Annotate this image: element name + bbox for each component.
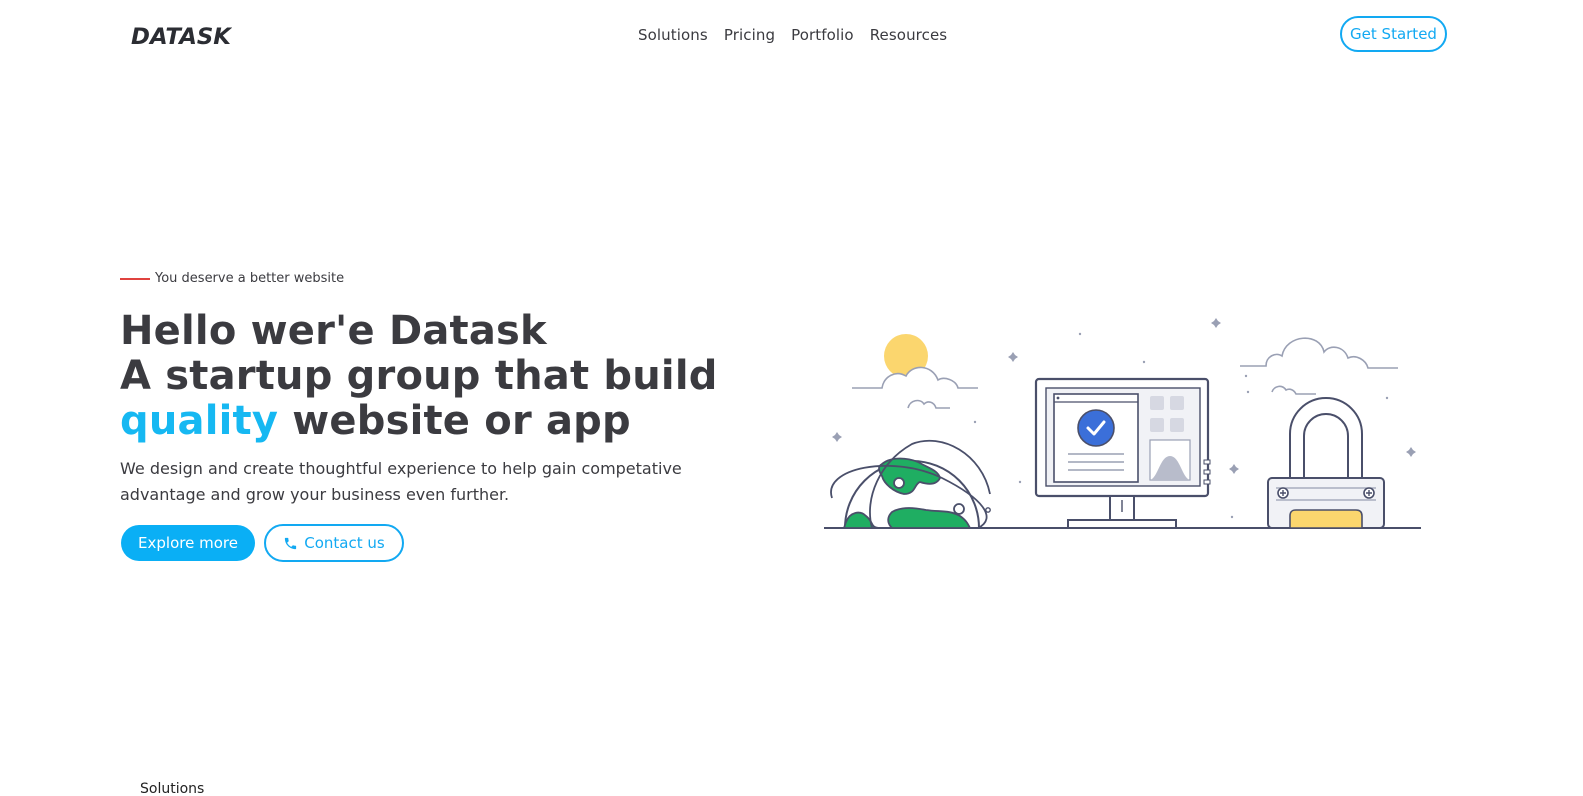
get-started-button[interactable]: Get Started bbox=[1340, 16, 1447, 52]
nav-resources[interactable]: Resources bbox=[870, 24, 948, 46]
nav-portfolio[interactable]: Portfolio bbox=[791, 24, 854, 46]
cloud-small-right bbox=[1271, 385, 1316, 395]
headline-line-2: A startup group that build bbox=[120, 353, 718, 399]
datask-logo[interactable]: DATASK bbox=[131, 24, 232, 48]
next-section-peek: Solutions bbox=[140, 781, 205, 796]
cloud-left bbox=[852, 366, 978, 389]
eyebrow-text: You deserve a better website bbox=[155, 271, 345, 286]
headline-line-3: quality website or app bbox=[120, 399, 718, 444]
hero-illustration bbox=[824, 318, 1421, 529]
cloud-right bbox=[1240, 337, 1398, 369]
main-nav: Solutions Pricing Portfolio Resources bbox=[638, 24, 947, 46]
eyebrow: You deserve a better website bbox=[120, 271, 344, 286]
nav-solutions[interactable]: Solutions bbox=[638, 24, 708, 46]
hero-headline: Hello wer'e Datask A startup group that … bbox=[120, 309, 718, 444]
eyebrow-line bbox=[120, 277, 150, 280]
nav-pricing[interactable]: Pricing bbox=[724, 24, 775, 46]
padlock bbox=[1267, 397, 1385, 529]
cloud-small-left bbox=[907, 399, 950, 409]
headline-accent: quality bbox=[120, 398, 279, 444]
headline-line-1: Hello wer'e Datask bbox=[120, 308, 547, 354]
explore-more-button[interactable]: Explore more bbox=[121, 525, 255, 561]
logo-text: DATASK bbox=[131, 25, 232, 48]
phone-icon bbox=[285, 537, 297, 549]
monitor bbox=[1034, 377, 1211, 529]
contact-us-label: Contact us bbox=[304, 534, 385, 552]
globe bbox=[830, 439, 991, 529]
hero-subtext: We design and create thoughtful experien… bbox=[120, 459, 682, 504]
headline-line-3-rest: website or app bbox=[278, 398, 631, 444]
contact-us-button[interactable]: Contact us bbox=[264, 524, 404, 562]
